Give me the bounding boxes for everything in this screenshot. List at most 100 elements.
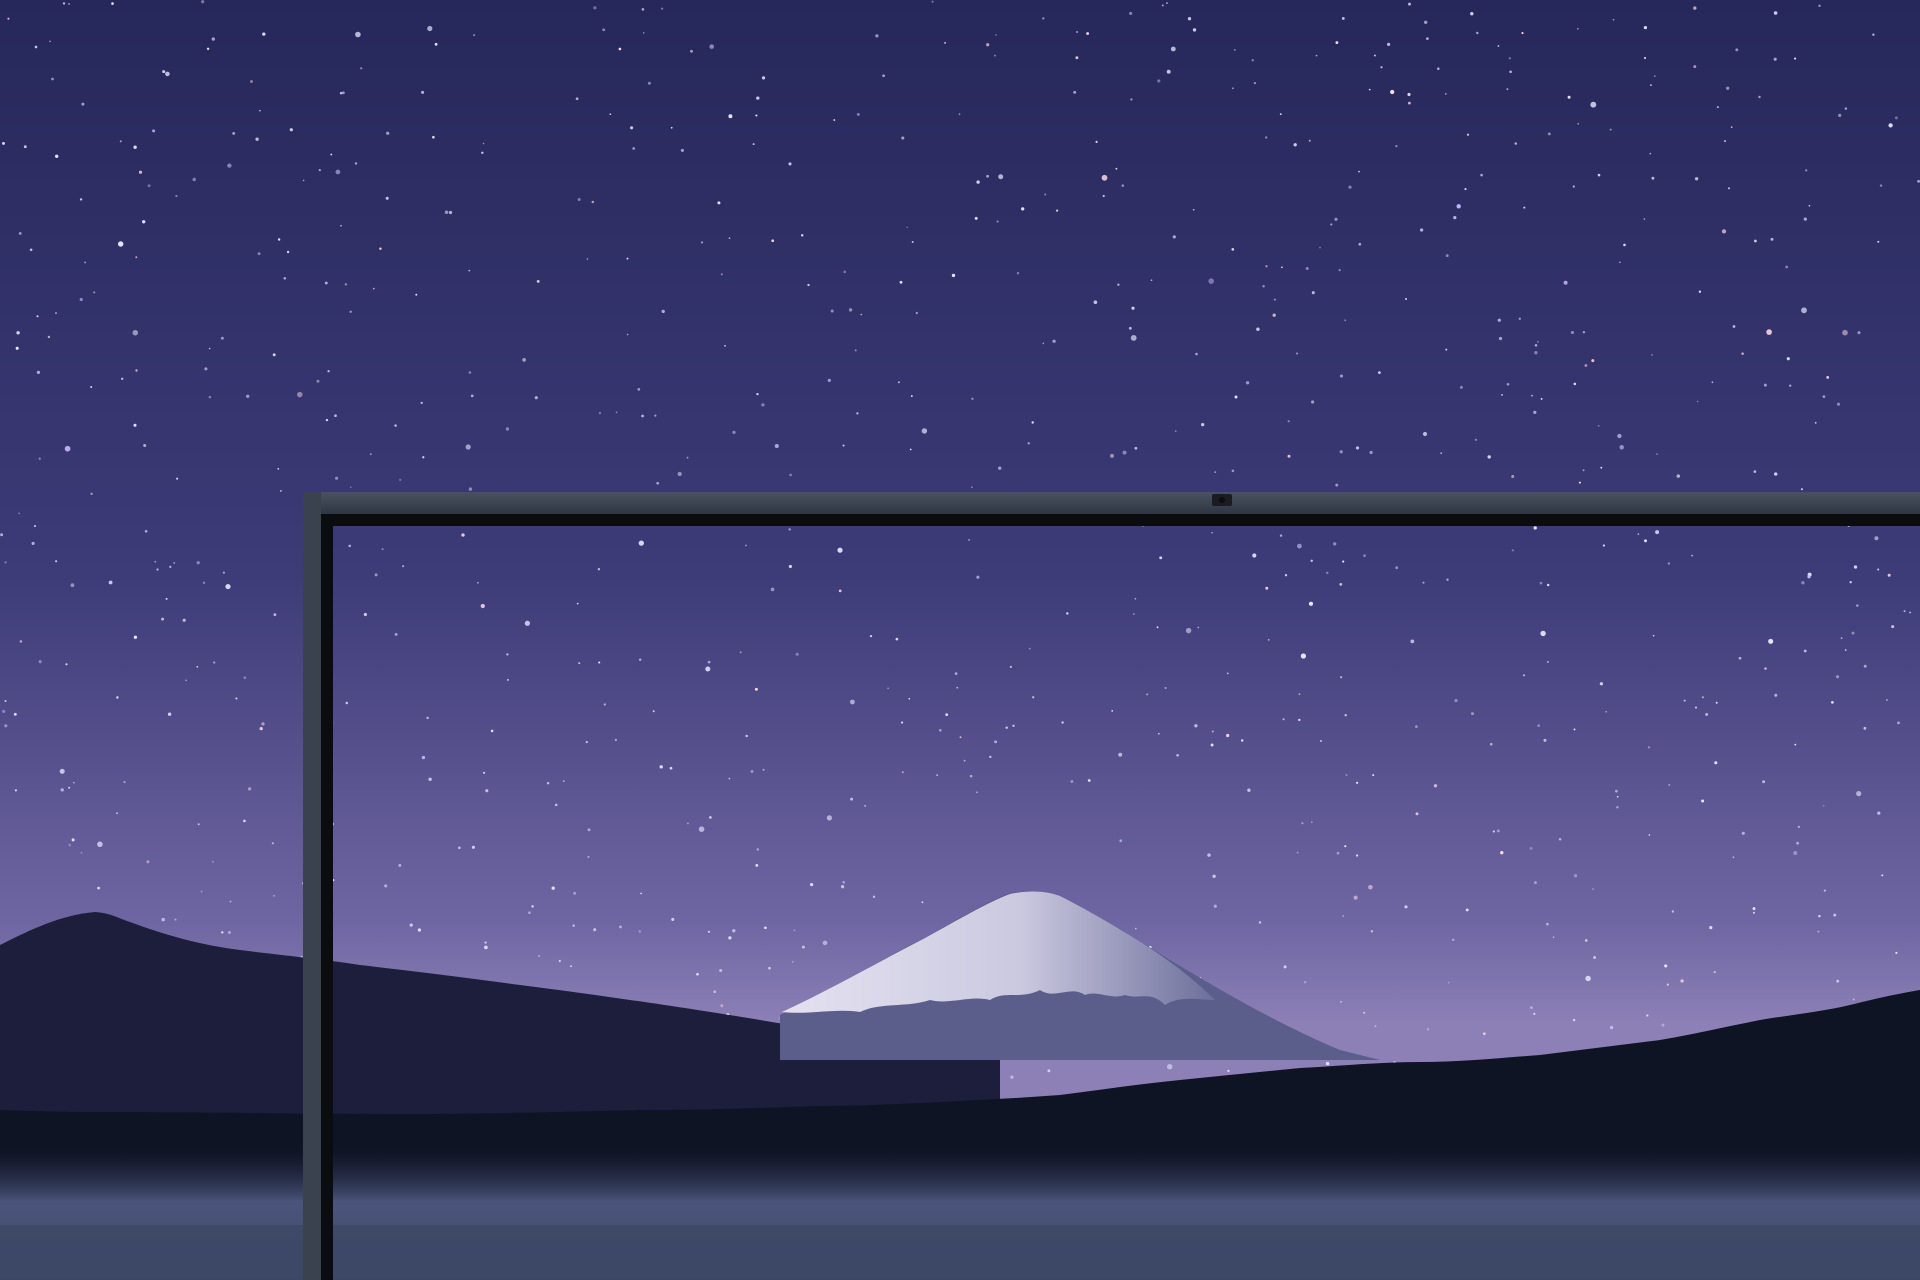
star [1647,746,1651,749]
star [1016,272,1020,275]
star [213,661,216,664]
star [1197,626,1200,629]
star [1298,718,1301,722]
star [13,712,17,716]
star [591,200,595,204]
star [402,565,405,568]
star [945,713,949,717]
star [1258,921,1262,924]
star [208,395,212,399]
star [1572,185,1575,188]
star [232,131,236,135]
star [1612,18,1615,21]
star [860,313,863,316]
star [1408,2,1411,6]
star [1358,170,1360,173]
star [1247,788,1251,792]
star [1789,384,1792,387]
star [587,855,590,858]
star [71,838,75,842]
star [705,666,711,672]
star [638,930,642,933]
star [448,210,453,215]
star [994,740,998,744]
star [793,929,796,932]
star [1301,822,1304,825]
star [1172,235,1176,239]
star [1498,336,1503,341]
star [1470,712,1475,716]
star [1643,25,1648,30]
star [1800,488,1803,491]
star [1262,285,1265,288]
star [1529,847,1533,850]
star [1833,913,1837,917]
star [1831,701,1834,704]
star [1070,780,1074,783]
star [227,163,232,168]
star [791,961,794,963]
star [954,672,958,675]
star [1533,1012,1536,1015]
star [1721,229,1727,234]
star [1445,348,1448,351]
star [1593,956,1597,959]
star [850,797,854,801]
star [399,478,402,481]
star [1344,714,1347,717]
star [755,114,758,117]
star [1185,627,1192,634]
star [1453,216,1457,220]
star [827,378,831,382]
star [72,781,75,784]
star [1616,805,1619,809]
star [1130,98,1133,101]
star [1370,929,1374,933]
star [720,1004,724,1008]
star [1121,184,1125,187]
star [756,848,760,851]
star [80,851,83,854]
star [1253,81,1257,85]
star [1701,696,1704,699]
star [1711,381,1714,384]
star [116,696,119,699]
star [1342,915,1345,918]
star [1272,313,1276,317]
star [182,618,186,622]
star [1732,325,1736,328]
star [1353,895,1358,900]
star [1537,341,1539,343]
star [739,651,742,654]
star [279,489,282,492]
star [619,925,622,929]
star [1032,696,1035,699]
star [173,561,176,565]
star [93,291,96,294]
star [1339,676,1343,679]
star [709,816,712,819]
star [551,886,555,890]
star [1801,307,1807,314]
star [1840,637,1843,639]
star [161,917,165,922]
star [1836,979,1840,983]
star [250,80,253,83]
star [951,273,956,278]
star [324,281,328,285]
star [638,540,644,546]
star [162,70,166,74]
star [1656,453,1658,456]
star [1310,559,1313,563]
star [1844,649,1847,652]
star [1758,95,1761,99]
star [1419,228,1424,232]
star [1546,583,1550,587]
star [1226,672,1229,675]
star [1284,574,1288,577]
star [572,924,575,927]
star [1231,87,1234,90]
star [1047,1069,1051,1073]
star [1281,266,1283,269]
star [1341,16,1345,20]
